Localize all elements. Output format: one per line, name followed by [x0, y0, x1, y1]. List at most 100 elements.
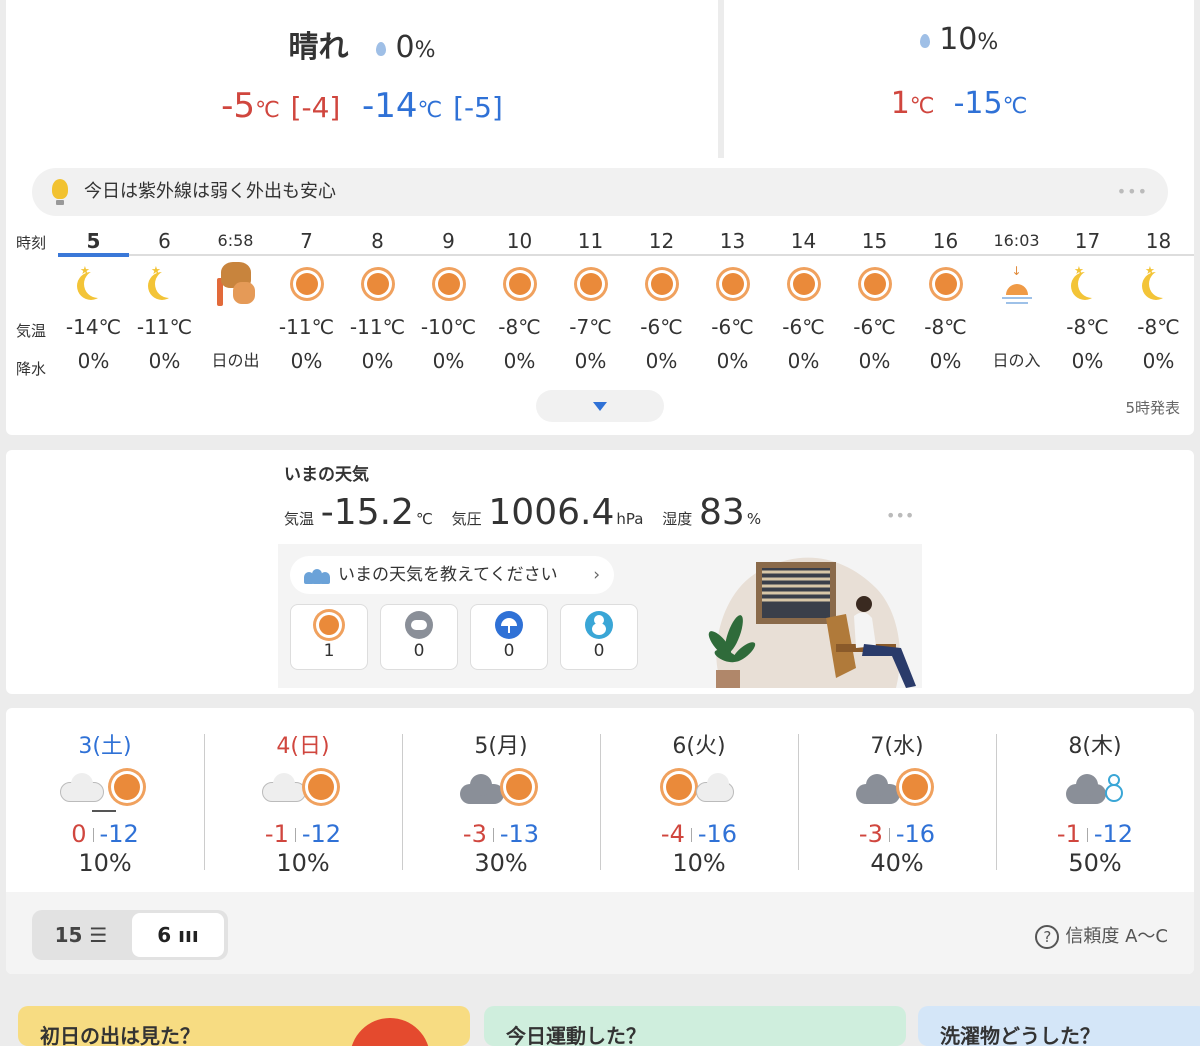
chevron-right-icon: ›	[593, 565, 600, 585]
sun-icon	[839, 254, 910, 312]
hour-precip: 0%	[1071, 349, 1104, 373]
hour-precip: 0%	[787, 349, 820, 373]
vote-cloudy-button[interactable]: 0	[380, 604, 458, 670]
sun-icon	[484, 254, 555, 312]
hour-temp: -10℃	[420, 315, 477, 339]
lightbulb-icon	[52, 179, 68, 205]
current-weather-card: いまの天気 気温 -15.2 ℃ 気圧 1006.4 hPa 湿度 83% ••• …	[6, 450, 1194, 694]
day-label: 5(月)	[474, 734, 528, 759]
day-precip: 10%	[78, 849, 132, 877]
hour-precip: 0%	[716, 349, 749, 373]
hour-time: 11	[577, 229, 604, 253]
today-summary[interactable]: 晴れ 0% -5℃ [-4] -14℃ [-5]	[6, 0, 718, 158]
sun-icon	[271, 254, 342, 312]
current-temp: -15.2	[320, 492, 414, 533]
banner-exercise[interactable]: 今日運動した？	[484, 1006, 906, 1046]
hour-precip: 0%	[574, 349, 607, 373]
hour-column: 11 -7℃ 0%	[555, 222, 626, 376]
sunrise-icon	[200, 254, 271, 346]
more-icon[interactable]: •••	[1117, 168, 1148, 216]
hour-time: 15	[861, 229, 888, 253]
vote-snow-button[interactable]: 0	[560, 604, 638, 670]
hour-time: 8	[371, 229, 384, 253]
hour-temp: -8℃	[498, 315, 541, 339]
hour-column: 12 -6℃ 0%	[626, 222, 697, 376]
vote-count: 1	[323, 641, 335, 661]
today-high: -5℃ [-4]	[221, 86, 341, 126]
day-forecast[interactable]: 5(月) -3 -13 30%	[402, 708, 600, 892]
day-label: 7(水)	[870, 734, 924, 759]
tomorrow-summary[interactable]: 10% 1℃ -15℃	[724, 0, 1194, 158]
hour-precip: 0%	[148, 349, 181, 373]
day-forecast[interactable]: 3(土) 0 -12 10%	[6, 708, 204, 892]
report-weather-button[interactable]: いまの天気を教えてください ›	[290, 556, 614, 594]
row-label-precip: 降水	[16, 360, 47, 378]
day-forecast[interactable]: 6(火) -4 -16 10%	[600, 708, 798, 892]
chevron-down-icon	[593, 402, 607, 411]
hour-column: 17 ★ -8℃ 0%	[1052, 222, 1123, 376]
report-weather-label: いまの天気を教えてください	[338, 565, 558, 585]
hour-column: 15 -6℃ 0%	[839, 222, 910, 376]
sun-icon	[697, 254, 768, 312]
hour-precip: 0%	[929, 349, 962, 373]
uv-advice-bar[interactable]: 今日は紫外線は弱く外出も安心 •••	[32, 168, 1168, 216]
illustration-person-reading	[708, 557, 916, 688]
hour-precip: 0%	[77, 349, 110, 373]
row-label-time: 時刻	[16, 234, 47, 252]
sun-icon	[768, 254, 839, 312]
day-forecast[interactable]: 7(水) -3 -16 40%	[798, 708, 996, 892]
hour-precip: 0%	[1142, 349, 1175, 373]
hour-temp: -14℃	[65, 315, 122, 339]
day-label: 8(木)	[1068, 734, 1122, 759]
hour-time: 16	[932, 229, 959, 253]
hour-temp: -6℃	[640, 315, 683, 339]
hour-precip: 0%	[361, 349, 394, 373]
hour-time: 18	[1145, 229, 1172, 253]
tomorrow-low: -15℃	[953, 86, 1028, 121]
temp-unit: ℃	[415, 510, 433, 528]
pressure-unit: hPa	[616, 510, 644, 528]
sun-icon	[555, 254, 626, 312]
today-low: -14℃ [-5]	[361, 86, 503, 126]
hour-column: 8 -11℃ 0%	[342, 222, 413, 376]
hour-temp: -6℃	[711, 315, 754, 339]
range-toggle[interactable]: 15 ☰ 6 ııı	[32, 910, 228, 960]
hour-temp: -11℃	[136, 315, 193, 339]
cloud-sun-icon	[204, 760, 402, 820]
banner-first-sunrise[interactable]: 初日の出は見た？	[18, 1006, 470, 1046]
hour-precip: 0%	[290, 349, 323, 373]
day-high: -3	[858, 820, 883, 848]
banner-text: 今日運動した？	[506, 1024, 646, 1046]
day-forecast[interactable]: 8(木) -1 -12 50%	[996, 708, 1194, 892]
sunset-icon: ↓	[981, 254, 1052, 346]
day-high: 0	[71, 820, 87, 848]
day-precip: 40%	[870, 849, 924, 877]
toggle-6-day[interactable]: 6 ııı	[132, 913, 224, 957]
banner-text: 洗濯物どうした？	[940, 1024, 1100, 1046]
hour-time: 9	[442, 229, 455, 253]
hour-precip: 0%	[858, 349, 891, 373]
sun-icon	[350, 1018, 430, 1046]
day-low: -16	[895, 820, 936, 848]
expand-button[interactable]	[536, 390, 664, 422]
confidence-link[interactable]: ? 信頼度 A〜C	[1035, 922, 1168, 949]
hour-precip: 0%	[432, 349, 465, 373]
hour-time: 5	[86, 229, 101, 253]
toggle-15-day[interactable]: 15 ☰	[32, 910, 130, 960]
vote-count: 0	[593, 641, 605, 661]
help-icon: ?	[1035, 925, 1060, 949]
hour-column: 6 ★ -11℃ 0%	[129, 222, 200, 376]
hour-temp: -8℃	[1137, 315, 1180, 339]
hour-temp: -7℃	[569, 315, 612, 339]
hour-precip: 0%	[503, 349, 536, 373]
hourly-forecast[interactable]: 時刻 気温 降水 5 ★ -14℃ 0% 6 ★ -11℃ 0% 6:58 日の出 7 -11℃ 0% 8…	[6, 222, 1194, 382]
vote-sunny-button[interactable]: 1	[290, 604, 368, 670]
day-precip: 30%	[474, 849, 528, 877]
day-forecast[interactable]: 4(日) -1 -12 10%	[204, 708, 402, 892]
more-icon[interactable]: •••	[886, 506, 914, 525]
banner-laundry[interactable]: 洗濯物どうした？	[918, 1006, 1200, 1046]
vote-rain-button[interactable]: 0	[470, 604, 548, 670]
hour-temp: -11℃	[278, 315, 335, 339]
day-precip: 50%	[1068, 849, 1122, 877]
sun-icon	[315, 611, 343, 639]
